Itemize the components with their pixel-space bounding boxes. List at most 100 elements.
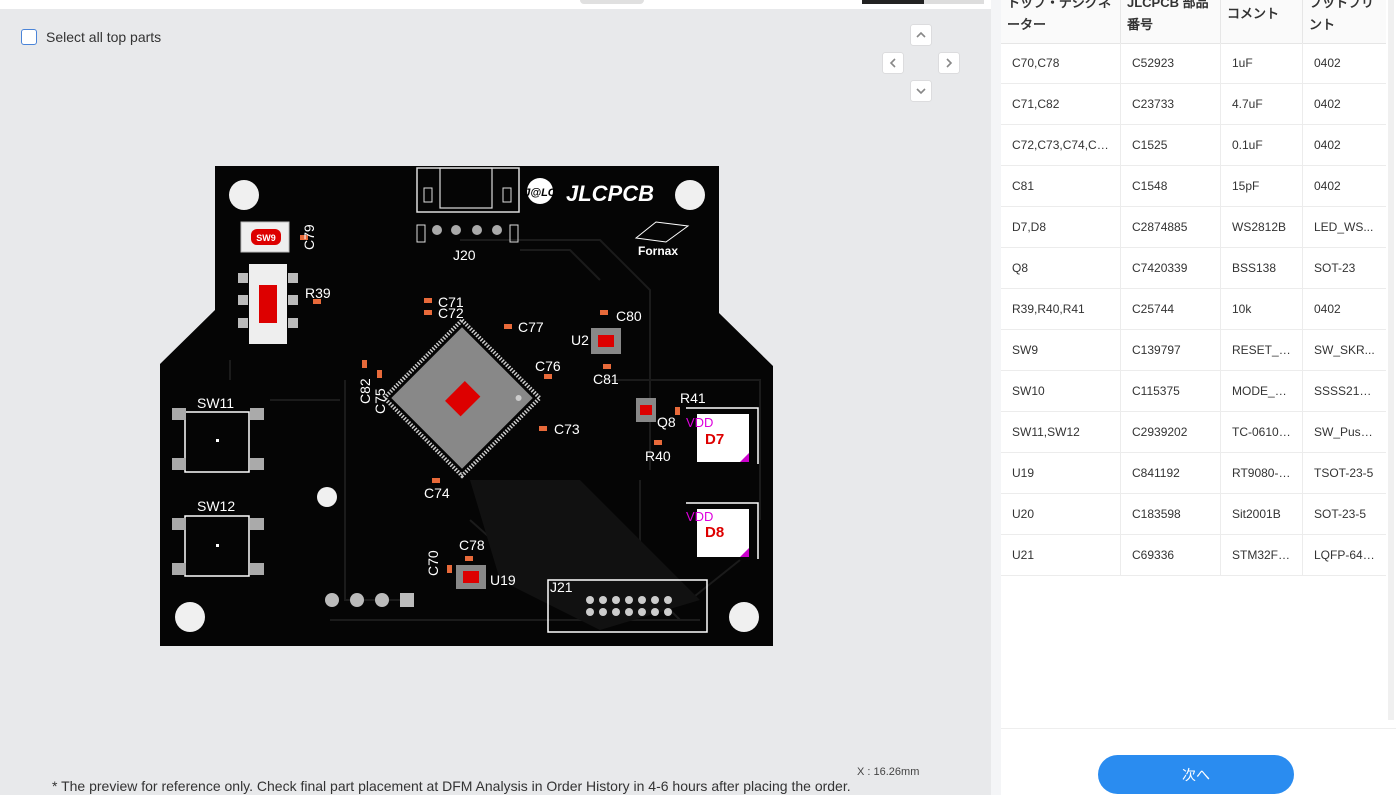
table-scrollbar[interactable]: [1388, 0, 1394, 720]
table-row[interactable]: C71,C82 C23733 4.7uF 0402: [1001, 84, 1386, 125]
cell-part-number: C1548: [1121, 166, 1221, 206]
silk-label: R40: [645, 448, 671, 464]
silk-label: Q8: [657, 414, 676, 430]
col-header-part-number[interactable]: JLCPCB 部品番号: [1121, 0, 1221, 43]
col-header-footprint[interactable]: フットプリント: [1303, 0, 1386, 43]
cell-part-number: C183598: [1121, 494, 1221, 534]
silk-label: R41: [680, 390, 706, 406]
jlcpcb-logo: J@LC JLCPCB: [524, 178, 654, 206]
silk-label: C76: [535, 358, 561, 374]
cell-designator: SW11,SW12: [1001, 412, 1121, 452]
silk-label: C73: [554, 421, 580, 437]
cell-footprint: TSOT-23-5: [1314, 466, 1374, 480]
cell-designator: C71,C82: [1001, 84, 1121, 124]
cell-footprint: SW_Push...: [1314, 425, 1378, 439]
cell-comment: RESET_S...: [1221, 330, 1303, 370]
cell-comment: BSS138: [1221, 248, 1303, 288]
cell-comment: Sit2001B: [1221, 494, 1303, 534]
silk-label: C72: [438, 305, 464, 321]
transistor-q8: [636, 398, 656, 422]
coordinate-readout: X : 16.26mm: [857, 766, 920, 778]
mounting-hole: [729, 602, 759, 632]
ic-u2: [591, 328, 621, 354]
cell-footprint: 0402: [1314, 302, 1341, 316]
cell-designator: U21: [1001, 535, 1121, 575]
table-row[interactable]: U21 C69336 STM32F4... LQFP-64_...: [1001, 535, 1386, 576]
next-button[interactable]: 次へ: [1098, 755, 1294, 794]
cell-designator: C72,C73,C74,C7...: [1001, 125, 1121, 165]
brand-badge: J@LC: [524, 187, 557, 199]
svg-text:SW9: SW9: [256, 233, 276, 243]
cell-part-number: C841192: [1121, 453, 1221, 493]
table-row[interactable]: SW11,SW12 C2939202 TC-06104... SW_Push...: [1001, 412, 1386, 453]
cell-designator: D7,D8: [1001, 207, 1121, 247]
silk-label: R39: [305, 285, 331, 301]
ic-u19: [456, 565, 486, 589]
table-row[interactable]: U19 C841192 RT9080-3... TSOT-23-5: [1001, 453, 1386, 494]
table-row[interactable]: C81 C1548 15pF 0402: [1001, 166, 1386, 207]
panel-divider: [991, 0, 1001, 795]
cell-designator: SW9: [1001, 330, 1121, 370]
silk-label: U2: [571, 332, 589, 348]
table-row[interactable]: C70,C78 C52923 1uF 0402: [1001, 43, 1386, 84]
mounting-hole: [175, 602, 205, 632]
table-row[interactable]: Q8 C7420339 BSS138 SOT-23: [1001, 248, 1386, 289]
cell-footprint: SSSS213...: [1314, 384, 1377, 398]
silk-label: D7: [705, 431, 724, 448]
cell-comment: 0.1uF: [1221, 125, 1303, 165]
cell-part-number: C2874885: [1121, 207, 1221, 247]
silk-label: C70: [425, 550, 441, 576]
silk-label: C74: [424, 485, 450, 501]
silk-label: VDD: [686, 509, 713, 524]
cell-comment: RT9080-3...: [1221, 453, 1303, 493]
cell-designator: R39,R40,R41: [1001, 289, 1121, 329]
cell-comment: TC-06104...: [1221, 412, 1303, 452]
silk-label: SW12: [197, 498, 235, 514]
table-row[interactable]: C72,C73,C74,C7... C1525 0.1uF 0402: [1001, 125, 1386, 166]
silk-label: J21: [550, 579, 573, 595]
silk-label: SW11: [197, 395, 234, 411]
parts-table-body: C70,C78 C52923 1uF 0402 C71,C82 C23733 4.7uF 04…: [1001, 43, 1386, 576]
cell-footprint: 0402: [1314, 97, 1341, 111]
table-header: トップ・デジグネーター JLCPCB 部品番号 コメント フットプリント: [1001, 0, 1386, 44]
table-row[interactable]: SW9 C139797 RESET_S... SW_SKR...: [1001, 330, 1386, 371]
table-row[interactable]: R39,R40,R41 C25744 10k 0402: [1001, 289, 1386, 330]
mounting-hole: [317, 487, 337, 507]
brand-text: JLCPCB: [566, 181, 654, 206]
silk-label: C75: [372, 388, 388, 414]
cell-footprint: LED_WS...: [1314, 220, 1374, 234]
silk-label: C82: [357, 378, 373, 404]
table-row[interactable]: D7,D8 C2874885 WS2812B LED_WS...: [1001, 207, 1386, 248]
silk-label: U19: [490, 572, 516, 588]
cell-part-number: C52923: [1121, 43, 1221, 83]
table-row[interactable]: U20 C183598 Sit2001B SOT-23-5: [1001, 494, 1386, 535]
silk-label: C77: [518, 319, 544, 335]
cell-comment: 4.7uF: [1221, 84, 1303, 124]
fornax-text: Fornax: [638, 244, 678, 258]
preview-disclaimer: * The preview for reference only. Check …: [52, 778, 851, 794]
cell-designator: U20: [1001, 494, 1121, 534]
table-row[interactable]: SW10 C115375 MODE_S... SSSS213...: [1001, 371, 1386, 412]
silk-label: C79: [301, 224, 317, 250]
cell-part-number: C139797: [1121, 330, 1221, 370]
cell-comment: 15pF: [1221, 166, 1303, 206]
cell-footprint: LQFP-64_...: [1314, 548, 1380, 562]
silk-label: J20: [453, 247, 476, 263]
cell-footprint: 0402: [1314, 56, 1341, 70]
col-header-comment[interactable]: コメント: [1221, 0, 1303, 43]
footer-bar: 次へ: [1001, 728, 1396, 796]
mounting-hole: [675, 180, 705, 210]
cell-part-number: C1525: [1121, 125, 1221, 165]
cell-designator: Q8: [1001, 248, 1121, 288]
silk-label: C81: [593, 371, 619, 387]
cell-comment: WS2812B: [1221, 207, 1303, 247]
pcb-preview-panel: Select all top parts J@LC JLCPCB Fornax …: [0, 0, 991, 795]
silk-label: VDD: [686, 415, 713, 430]
cell-designator: U19: [1001, 453, 1121, 493]
cell-part-number: C25744: [1121, 289, 1221, 329]
col-header-designator[interactable]: トップ・デジグネーター: [1001, 0, 1121, 43]
pcb-board[interactable]: J@LC JLCPCB Fornax SW9 C79 R39 J20 C71 C…: [0, 0, 991, 795]
cell-part-number: C115375: [1121, 371, 1221, 411]
cell-part-number: C23733: [1121, 84, 1221, 124]
cell-designator: SW10: [1001, 371, 1121, 411]
